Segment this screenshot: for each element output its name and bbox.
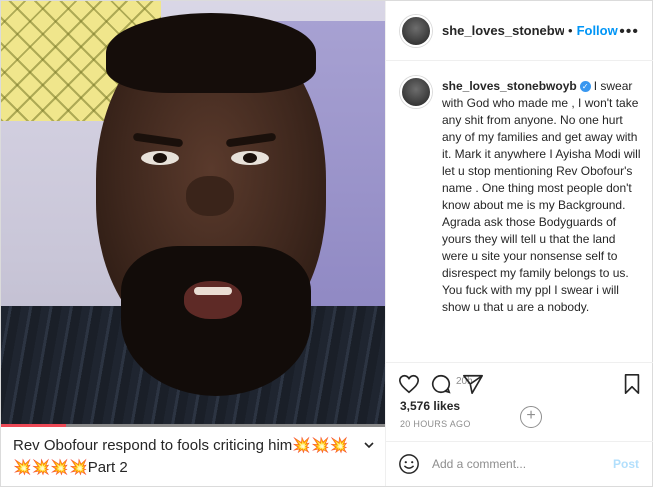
eye-left xyxy=(141,151,179,165)
caption-username[interactable]: she_loves_stonebwoyb xyxy=(442,79,577,93)
comment-input[interactable]: Add a comment... xyxy=(432,457,613,471)
eye-right xyxy=(231,151,269,165)
separator-dot: • xyxy=(568,23,573,38)
avatar[interactable] xyxy=(400,14,432,47)
header-username[interactable]: she_loves_stonebwoyb xyxy=(442,23,564,38)
follow-button[interactable]: Follow xyxy=(577,23,618,38)
chevron-down-icon[interactable] xyxy=(363,435,375,457)
like-count[interactable]: 3,576 likes xyxy=(400,399,460,413)
caption-avatar[interactable] xyxy=(400,76,432,108)
post-panel: she_loves_stonebwoyb • Follow ••• she_lo… xyxy=(385,1,653,486)
mouth xyxy=(184,281,242,319)
bookmark-icon[interactable] xyxy=(622,373,646,397)
beard xyxy=(121,246,311,396)
verified-icon: ✓ xyxy=(579,81,591,93)
hair xyxy=(106,13,316,93)
emoji-icon[interactable] xyxy=(398,453,420,475)
caption-text: Rev Obofour respond to fools criticing h… xyxy=(13,437,349,476)
nose xyxy=(186,176,234,216)
more-icon[interactable]: ••• xyxy=(619,23,639,41)
caption-body: she_loves_stonebwoyb ✓ I swear with God wh… xyxy=(442,78,642,316)
video-caption: Rev Obofour respond to fools criticing h… xyxy=(1,427,385,486)
comment-icon[interactable] xyxy=(430,373,454,397)
share-icon[interactable] xyxy=(462,373,486,397)
add-icon[interactable]: + xyxy=(520,406,542,428)
video-player[interactable] xyxy=(1,1,385,426)
comment-box: Add a comment... Post xyxy=(386,441,653,486)
post-date[interactable]: 20 HOURS AGO xyxy=(400,419,471,429)
caption-text: I swear with God who made me , I won't t… xyxy=(442,79,641,314)
post-header: she_loves_stonebwoyb • Follow ••• xyxy=(386,1,653,61)
heart-icon[interactable] xyxy=(398,373,422,397)
post-comment-button[interactable]: Post xyxy=(613,457,639,471)
